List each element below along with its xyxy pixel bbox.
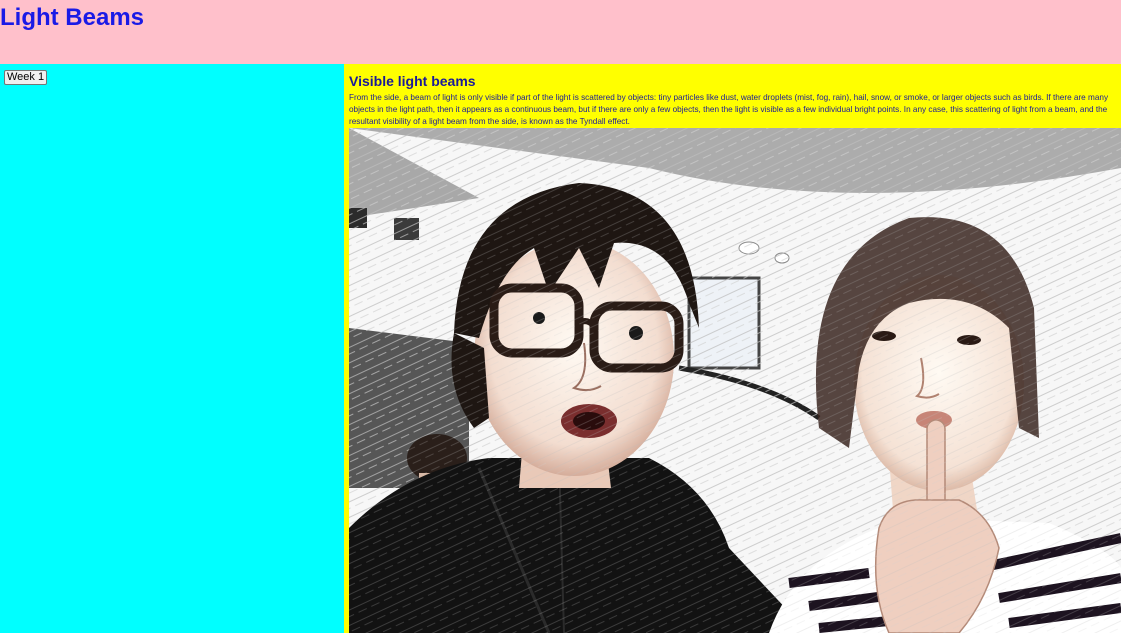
sidebar: Week 1 — [0, 64, 344, 633]
selfie-photo-illustration — [349, 128, 1121, 633]
page-header: Light Beams — [0, 0, 1121, 64]
article-header: Visible light beams From the side, a bea… — [349, 64, 1121, 128]
page-title: Light Beams — [0, 4, 145, 31]
week-1-button[interactable]: Week 1 — [4, 70, 48, 85]
article-paragraph: From the side, a beam of light is only v… — [349, 93, 1109, 126]
selfie-photo — [349, 128, 1121, 633]
article-heading: Visible light beams — [349, 73, 476, 89]
